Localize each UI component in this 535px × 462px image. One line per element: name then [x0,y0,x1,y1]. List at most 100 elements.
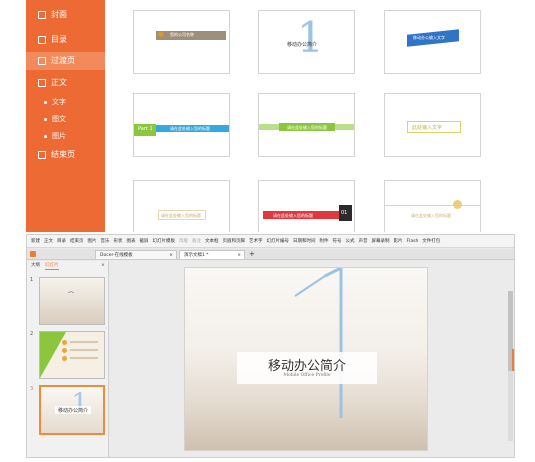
ribbon-item-end[interactable]: 结束页 [70,238,84,244]
ribbon-item-sound[interactable]: 声音 [359,238,368,244]
ribbon-item-new[interactable]: 新建 [31,238,40,244]
circle-marker-icon [453,200,462,209]
slide-number: 1 [30,277,34,283]
tab-label: Docer-在线模板 [100,253,133,258]
slide-canvas: 移动办公简介 Mobile Office Profile [110,261,514,457]
ribbon-item-body[interactable]: 正文 [44,238,53,244]
ribbon-item-flash[interactable]: Flash [407,239,419,244]
sidebar-item-cover[interactable]: 封面 [26,6,105,24]
ribbon-item-movie[interactable]: 影片 [394,238,403,244]
template-thumb-4[interactable]: Part 1 请在此处输入您的标题 [133,93,230,157]
ribbon-item-picture[interactable]: 图片 [88,238,97,244]
presentation-editor: 新建 正文 目录 结束页 图片 音乐 形状 图表 截屏 幻灯片模板 母版 备注 … [26,234,515,458]
thumb-caption: 请在此处输入您的标题 [161,213,201,218]
close-panel-icon[interactable]: × [101,262,105,270]
close-icon[interactable]: × [237,251,241,260]
number-label: 01 [341,210,348,216]
template-picker: 封面 目录 过渡页 正文 文字 图文 图片 结束页 ● 您的公司名称 1 移动办… [0,0,535,232]
close-icon[interactable]: × [169,251,173,260]
orange-dot [62,340,67,345]
template-thumb-9[interactable]: 请在此处输入您的标题 [384,180,481,232]
ribbon-item-formula[interactable]: 公式 [346,238,355,244]
slide-thumbnail-panel: 大纲 幻灯片 × 1 ⌒ 2 3 1 移动办公简介 [27,261,109,457]
bird-icon: ⌒ [68,292,75,299]
template-thumb-1[interactable]: ● 您的公司名称 [133,10,230,74]
ribbon-item-attachment[interactable]: 附件 [320,238,329,244]
ribbon-item-package[interactable]: 文件打包 [422,238,440,244]
page-icon [38,11,46,19]
divider-line [385,205,480,206]
slide-thumb-3[interactable]: 1 移动办公简介 [39,385,105,435]
ribbon-item-slide-number[interactable]: 幻灯片编号 [267,238,290,244]
sidebar-item-toc[interactable]: 目录 [26,31,105,49]
list-icon [38,36,46,44]
tab-outline[interactable]: 大纲 [31,262,40,270]
thumb-caption: 请在此处输入您的标题 [170,126,210,131]
sidebar-item-text[interactable]: 文字 [26,93,105,111]
tab-docer-templates[interactable]: Docer-在线模板 × [95,250,177,259]
sidebar-item-body[interactable]: 正文 [26,74,105,92]
thumb-caption: 请在此处输入您的标题 [287,125,327,130]
numeral-decoration: 1 [297,13,324,62]
ribbon-item-shape[interactable]: 形状 [114,238,123,244]
sidebar-item-image-text[interactable]: 图文 [26,110,105,128]
slide-thumb-2[interactable] [39,331,105,379]
new-tab-icon[interactable]: + [249,250,255,258]
screenshot-root: 封面 目录 过渡页 正文 文字 图文 图片 结束页 ● 您的公司名称 1 移动办… [0,0,535,462]
sidebar-item-label: 过渡页 [51,56,75,65]
tab-label: 演示文稿1 * [184,253,209,258]
ribbon-item-wordart[interactable]: 艺术字 [249,238,263,244]
sidebar-item-end[interactable]: 结束页 [26,146,105,164]
bullet-icon [44,100,47,104]
insert-ribbon: 新建 正文 目录 结束页 图片 音乐 形状 图表 截屏 幻灯片模板 母版 备注 … [27,235,514,248]
sidebar-item-label: 封面 [51,10,67,19]
slide-title-box[interactable]: 移动办公简介 Mobile Office Profile [237,352,377,384]
template-category-sidebar: 封面 目录 过渡页 正文 文字 图文 图片 结束页 [26,0,105,232]
sidebar-item-label: 图文 [52,115,66,123]
ribbon-item-screenshot[interactable]: 截屏 [140,238,149,244]
ribbon-item-master[interactable]: 母版 [179,238,188,244]
ribbon-item-chart[interactable]: 图表 [127,238,136,244]
ribbon-item-screen-record[interactable]: 屏幕录制 [372,238,390,244]
panel-tabs: 大纲 幻灯片 × [27,261,109,271]
template-thumb-3[interactable]: 移动办公输入文字 [384,10,481,74]
text-line [70,357,98,359]
template-thumb-6[interactable]: 此处输入文字 [384,93,481,157]
green-triangle [40,332,66,378]
document-tabbar: Docer-在线模板 × 演示文稿1 * × + [27,249,514,260]
sidebar-item-label: 结束页 [51,150,75,159]
thumb-title: 移动办公简介 [58,408,89,414]
template-thumb-2[interactable]: 1 移动办公简介 [258,10,355,74]
tab-slides[interactable]: 幻灯片 [45,262,59,270]
ribbon-item-toc[interactable]: 目录 [57,238,66,244]
ribbon-item-header-footer[interactable]: 页眉和页脚 [223,238,246,244]
sidebar-item-label: 图片 [52,132,66,140]
tab-presentation-1[interactable]: 演示文稿1 * × [179,250,245,259]
template-thumb-8[interactable]: 请在此处输入您的标题 01 [258,180,355,232]
bulb-icon: ● [158,30,165,38]
side-panel-toggle[interactable] [512,349,514,371]
ribbon-item-symbol[interactable]: 符号 [333,238,342,244]
thumb-caption: 此处输入文字 [412,125,443,131]
text-page-icon [38,79,46,87]
ribbon-item-date-time[interactable]: 日期和时间 [293,238,316,244]
current-slide[interactable]: 移动办公简介 Mobile Office Profile [184,267,428,451]
ribbon-item-textbox[interactable]: 文本框 [205,238,219,244]
orange-dot [62,356,67,361]
slide-thumb-1[interactable]: ⌒ [39,277,105,325]
ribbon-item-music[interactable]: 音乐 [101,238,110,244]
orange-dot [62,348,67,353]
ribbon-item-slide-template[interactable]: 幻灯片模板 [153,238,176,244]
slide-title: 移动办公简介 [267,359,346,374]
sidebar-item-label: 正文 [51,78,67,87]
thumb-caption: 请在此处输入您的标题 [273,213,313,218]
template-thumb-7[interactable]: 请在此处输入您的标题 [133,180,230,232]
bullet-icon [44,134,47,138]
ribbon-item-notes[interactable]: 备注 [192,238,201,244]
thumb-caption: 移动办公输入文字 [413,35,445,40]
sidebar-item-image[interactable]: 图片 [26,127,105,145]
template-thumb-5[interactable]: 请在此处输入您的标题 [258,93,355,157]
sidebar-item-transition[interactable]: 过渡页 [26,52,105,70]
thumb-caption: 您的公司名称 [170,32,194,37]
thumb-caption: 移动办公简介 [287,42,318,48]
